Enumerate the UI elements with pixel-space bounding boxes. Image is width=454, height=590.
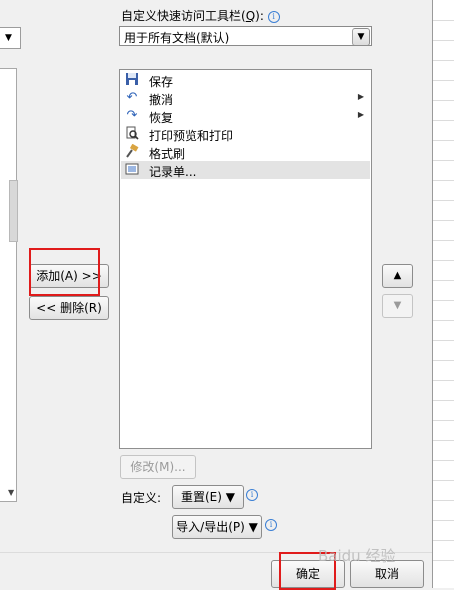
highlight-box	[29, 248, 100, 296]
list-item[interactable]: ↶ 撤消 ▶	[121, 89, 370, 107]
arrow-up-icon: ▲	[393, 270, 402, 281]
import-export-button[interactable]: 导入/导出(P) ▼	[172, 515, 262, 539]
list-item[interactable]: 格式刷	[121, 143, 370, 161]
undo-icon: ↶	[126, 90, 138, 105]
list-item[interactable]: 打印预览和打印	[121, 125, 370, 143]
form-icon	[124, 162, 140, 178]
list-item[interactable]: 保存	[121, 71, 370, 89]
redo-icon: ↷	[126, 108, 138, 123]
move-down-button[interactable]: ▼	[382, 294, 413, 318]
available-commands-list[interactable]	[0, 68, 17, 502]
qat-customize-label: 自定义快速访问工具栏(Q): i	[121, 7, 280, 24]
scroll-down-icon[interactable]: ▼	[8, 488, 14, 497]
format-painter-icon	[124, 143, 140, 160]
info-icon[interactable]: i	[265, 519, 277, 531]
remove-button[interactable]: << 删除(R)	[29, 296, 109, 320]
save-icon	[124, 72, 140, 88]
info-icon[interactable]: i	[267, 10, 280, 23]
qat-scope-value: 用于所有文档(默认)	[124, 31, 230, 45]
list-item[interactable]: ↷ 恢复 ▶	[121, 107, 370, 125]
qat-scope-select[interactable]: 用于所有文档(默认) ▼	[119, 26, 372, 46]
qat-commands-list[interactable]: 保存 ↶ 撤消 ▶ ↷ 恢复 ▶ 打印预览和打印 格式刷 记录单...	[119, 69, 372, 449]
info-icon[interactable]: i	[246, 489, 258, 501]
left-list-scrollbar-thumb[interactable]	[9, 180, 18, 242]
worksheet-edge	[432, 0, 454, 588]
customize-label: 自定义:	[121, 491, 162, 505]
submenu-arrow-icon: ▶	[357, 110, 364, 119]
arrow-down-icon: ▼	[393, 300, 402, 311]
print-preview-icon	[124, 126, 140, 142]
move-up-button[interactable]: ▲	[382, 264, 413, 288]
list-item[interactable]: 记录单...	[121, 161, 370, 179]
chevron-down-icon[interactable]: ▼	[352, 28, 370, 46]
chevron-down-icon: ▼	[5, 33, 12, 43]
watermark: Baidu 经验	[318, 547, 396, 565]
reset-button[interactable]: 重置(E) ▼	[172, 485, 244, 509]
modify-button[interactable]: 修改(M)...	[120, 455, 196, 479]
commands-source-combo[interactable]: ▼	[0, 27, 21, 49]
submenu-arrow-icon: ▶	[357, 92, 364, 101]
